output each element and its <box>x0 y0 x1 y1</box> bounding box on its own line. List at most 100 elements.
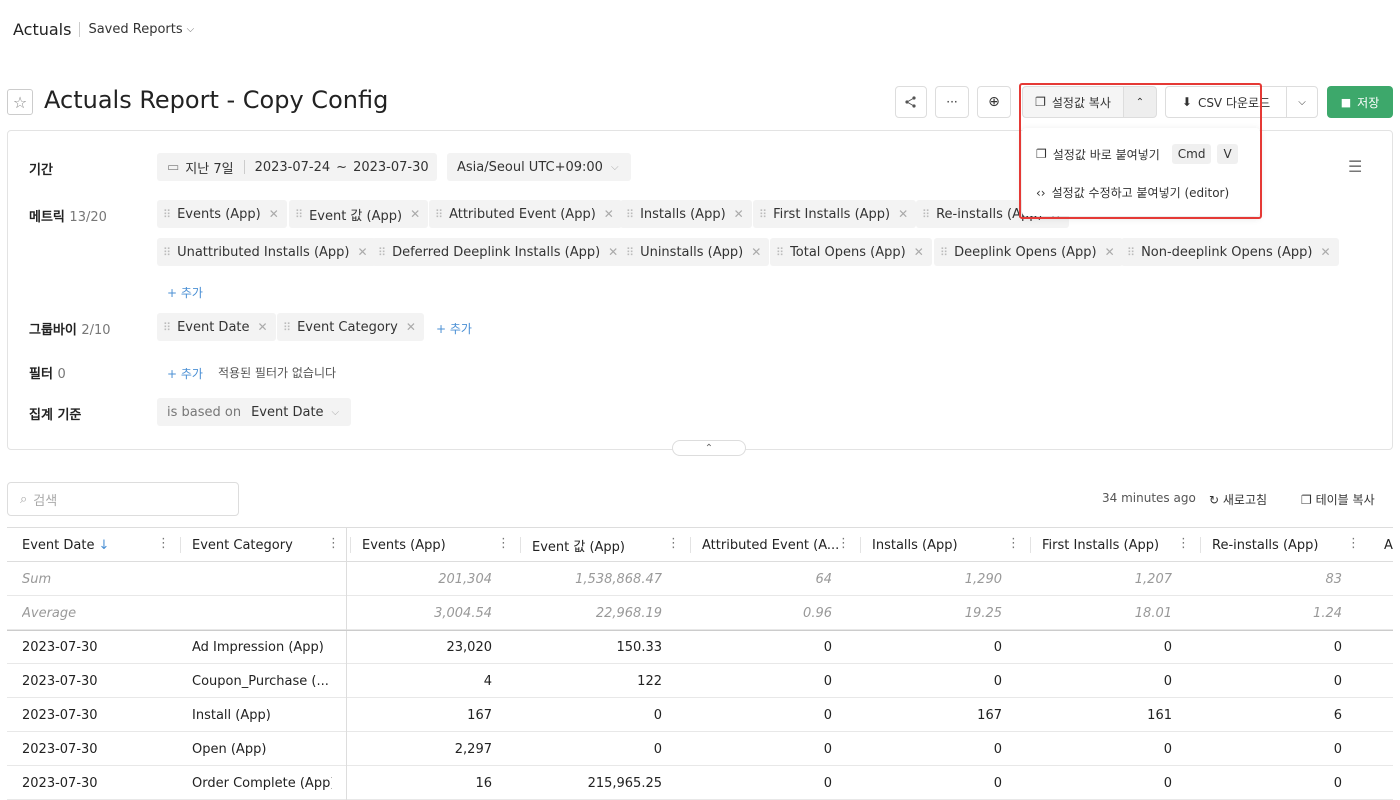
metric-chip[interactable]: ⠿ Attributed Event (App) ✕ <box>429 200 622 228</box>
add-groupby-button[interactable]: + 추가 <box>436 320 472 337</box>
metric-chip[interactable]: ⠿ Events (App) ✕ <box>157 200 287 228</box>
save-button[interactable]: ■ 저장 <box>1327 86 1393 118</box>
column-header[interactable]: Installs (App) <box>872 528 1012 562</box>
close-icon[interactable]: ✕ <box>410 207 420 221</box>
column-header[interactable]: Events (App) <box>362 528 502 562</box>
column-divider[interactable] <box>1200 537 1201 553</box>
column-divider[interactable] <box>1030 537 1031 553</box>
column-header-event-date[interactable]: Event Date ↓ <box>22 528 162 562</box>
column-divider[interactable] <box>520 537 521 553</box>
drag-handle-icon[interactable]: ⠿ <box>283 321 291 334</box>
add-filter-button[interactable]: + 추가 <box>167 365 203 382</box>
row-event-date: 2023-07-30 <box>22 741 98 757</box>
drag-handle-icon[interactable]: ⠿ <box>940 246 948 259</box>
drag-handle-icon[interactable]: ⠿ <box>626 246 634 259</box>
drag-handle-icon[interactable]: ⠿ <box>435 208 443 221</box>
drag-handle-icon[interactable]: ⠿ <box>776 246 784 259</box>
column-menu-icon[interactable]: ⋮ <box>1347 536 1360 551</box>
drag-handle-icon[interactable]: ⠿ <box>378 246 386 259</box>
search-box[interactable]: ⌕ 검색 <box>7 482 239 516</box>
close-icon[interactable]: ✕ <box>604 207 614 221</box>
search-input[interactable]: 검색 <box>33 490 57 509</box>
column-header[interactable]: Event Category <box>192 528 332 562</box>
column-header[interactable]: Event 값 (App) <box>532 528 672 562</box>
column-menu-icon[interactable]: ⋮ <box>1177 536 1190 551</box>
metrics-label-text: 메트릭 <box>29 210 65 225</box>
close-icon[interactable]: ✕ <box>898 207 908 221</box>
more-button[interactable]: ··· <box>935 86 969 118</box>
close-icon[interactable]: ✕ <box>914 245 924 259</box>
metric-chip[interactable]: ⠿ First Installs (App) ✕ <box>753 200 917 228</box>
column-menu-icon[interactable]: ⋮ <box>667 536 680 551</box>
metric-chip[interactable]: ⠿ Deeplink Opens (App) ✕ <box>934 238 1123 266</box>
metric-chip[interactable]: ⠿ Non-deeplink Opens (App) ✕ <box>1121 238 1339 266</box>
chevron-down-icon[interactable]: ⌵ <box>187 24 195 35</box>
refresh-button[interactable]: ↻ 새로고침 <box>1209 491 1267 508</box>
metric-chip[interactable]: ⠿ Uninstalls (App) ✕ <box>620 238 770 266</box>
filter-label: 필터 0 <box>29 363 66 382</box>
metric-chip-label: First Installs (App) <box>773 206 891 222</box>
column-divider[interactable] <box>860 537 861 553</box>
row-value: 215,965.25 <box>587 775 662 791</box>
close-icon[interactable]: ✕ <box>357 245 367 259</box>
column-divider[interactable] <box>350 537 351 553</box>
column-menu-icon[interactable]: ⋮ <box>497 536 510 551</box>
copy-table-button[interactable]: ❐ 테이블 복사 <box>1301 491 1375 508</box>
add-metric-button[interactable]: + 추가 <box>167 284 203 301</box>
column-header[interactable]: First Installs (App) <box>1042 528 1182 562</box>
drag-handle-icon[interactable]: ⠿ <box>1127 246 1135 259</box>
column-menu-icon[interactable]: ⋮ <box>157 536 170 551</box>
metric-chip[interactable]: ⠿ Installs (App) ✕ <box>620 200 752 228</box>
close-icon[interactable]: ✕ <box>1320 245 1330 259</box>
column-divider[interactable] <box>180 537 181 553</box>
table-row: 2023-07-30 Install (App) 167 0 0 167 161 6 <box>7 698 1393 732</box>
close-icon[interactable]: ✕ <box>406 320 416 334</box>
settings-sliders-icon[interactable]: ☰ <box>1348 157 1362 176</box>
column-menu-icon[interactable]: ⋮ <box>837 536 850 551</box>
drag-handle-icon[interactable]: ⠿ <box>295 208 303 221</box>
drag-handle-icon[interactable]: ⠿ <box>163 208 171 221</box>
timezone-select[interactable]: Asia/Seoul UTC+09:00 ⌵ <box>447 153 631 181</box>
close-icon[interactable]: ✕ <box>751 245 761 259</box>
sort-desc-icon[interactable]: ↓ <box>98 538 109 553</box>
metric-chip-label: Events (App) <box>177 206 261 222</box>
metric-chip[interactable]: ⠿ Deferred Deeplink Installs (App) ✕ <box>372 238 627 266</box>
share-button[interactable] <box>895 86 927 118</box>
drag-handle-icon[interactable]: ⠿ <box>922 208 930 221</box>
close-icon[interactable]: ✕ <box>608 245 618 259</box>
close-icon[interactable]: ✕ <box>258 320 268 334</box>
close-icon[interactable]: ✕ <box>269 207 279 221</box>
close-icon[interactable]: ✕ <box>734 207 744 221</box>
add-widget-button[interactable]: ⊕ <box>977 86 1011 118</box>
groupby-chip[interactable]: ⠿ Event Date ✕ <box>157 313 276 341</box>
column-header[interactable]: Attributed Event (A... <box>702 528 842 562</box>
aggregate-value: 1.24 <box>1313 605 1342 621</box>
breadcrumb-root[interactable]: Actuals <box>13 20 71 39</box>
favorite-star-icon[interactable]: ☆ <box>7 89 33 115</box>
column-menu-icon[interactable]: ⋮ <box>1007 536 1020 551</box>
column-header[interactable]: A <box>1384 528 1393 562</box>
close-icon[interactable]: ✕ <box>1105 245 1115 259</box>
csv-options-toggle[interactable]: ⌵ <box>1286 86 1318 118</box>
column-header-label: A <box>1384 537 1393 553</box>
column-header[interactable]: Re-installs (App) <box>1212 528 1352 562</box>
metrics-label: 메트릭 13/20 <box>29 206 107 225</box>
column-divider[interactable] <box>690 537 691 553</box>
metric-chip[interactable]: ⠿ Unattributed Installs (App) ✕ <box>157 238 376 266</box>
groupby-chip[interactable]: ⠿ Event Category ✕ <box>277 313 424 341</box>
metric-chip-label: Total Opens (App) <box>790 244 906 260</box>
aggregate-value: 64 <box>815 571 832 587</box>
metric-chip[interactable]: ⠿ Event 값 (App) ✕ <box>289 200 429 228</box>
date-range-picker[interactable]: ▭ 지난 7일 2023-07-24 ~ 2023-07-30 <box>157 153 437 181</box>
collapse-panel-button[interactable]: ⌃ <box>672 440 746 456</box>
drag-handle-icon[interactable]: ⠿ <box>163 246 171 259</box>
metric-chip[interactable]: ⠿ Total Opens (App) ✕ <box>770 238 932 266</box>
aggregation-select[interactable]: is based on Event Date ⌵ <box>157 398 352 426</box>
saved-reports-dropdown[interactable]: Saved Reports <box>88 22 182 37</box>
column-menu-icon[interactable]: ⋮ <box>327 536 340 551</box>
drag-handle-icon[interactable]: ⠿ <box>759 208 767 221</box>
drag-handle-icon[interactable]: ⠿ <box>626 208 634 221</box>
row-value: 0 <box>993 775 1002 791</box>
row-value: 0 <box>993 673 1002 689</box>
drag-handle-icon[interactable]: ⠿ <box>163 321 171 334</box>
